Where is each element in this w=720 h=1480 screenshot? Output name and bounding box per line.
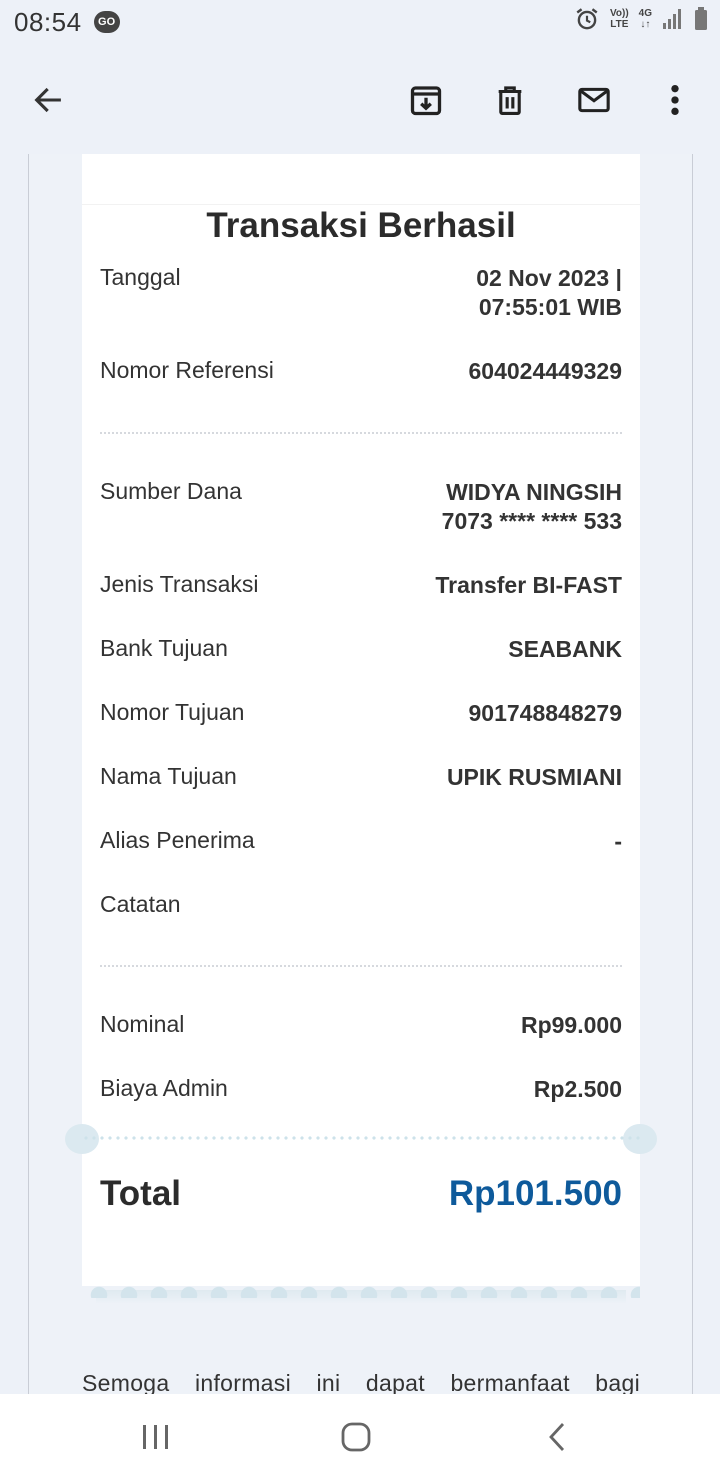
detail-label: Biaya Admin <box>100 1075 228 1101</box>
archive-icon[interactable] <box>398 72 454 128</box>
network-type-indicator: 4G ↓↑ <box>638 8 652 30</box>
alarm-icon <box>576 8 598 30</box>
detail-label: Bank Tujuan <box>100 635 228 661</box>
divider <box>82 204 640 205</box>
app-bar <box>0 44 720 154</box>
detail-value: UPIK RUSMIANI <box>446 764 622 790</box>
status-icons: Vo)) LTE 4G ↓↑ <box>574 6 708 32</box>
volte-indicator: Vo)) LTE <box>609 8 629 30</box>
detail-label: Nomor Referensi <box>100 357 274 383</box>
detail-label: Nomor Tujuan <box>100 699 245 725</box>
detail-label: Tanggal <box>100 264 181 290</box>
app-notification-icon: GO <box>93 11 120 33</box>
detail-value: WIDYA NINGSIH 7073 **** **** 533 <box>441 479 622 534</box>
email-body-text: Semoga informasi ini dapat bermanfaat ba… <box>82 1370 640 1394</box>
detail-value: SEABANK <box>508 636 622 662</box>
back-nav-icon[interactable] <box>528 1414 588 1460</box>
detail-value: Rp99.000 <box>520 1012 622 1038</box>
detail-value: - <box>614 828 622 854</box>
total-amount: Rp101.500 <box>448 1174 622 1213</box>
mail-icon[interactable] <box>566 72 622 128</box>
status-time: 08:54 <box>14 6 82 37</box>
receipt-title: Transaksi Berhasil <box>206 206 516 245</box>
recent-apps-icon[interactable] <box>126 1414 186 1460</box>
transaction-receipt: Transaksi Berhasil Tanggal 02 Nov 2023 |… <box>65 154 657 1286</box>
detail-label: Catatan <box>100 891 181 917</box>
perforation-line <box>82 1136 640 1140</box>
detail-value: Rp2.500 <box>533 1076 622 1102</box>
detail-value: 02 Nov 2023 | 07:55:01 WIB <box>476 265 622 320</box>
detail-value: 604024449329 <box>468 358 623 384</box>
delete-icon[interactable] <box>482 72 538 128</box>
detail-label: Alias Penerima <box>100 827 255 853</box>
back-arrow-icon[interactable] <box>20 72 76 128</box>
battery-icon <box>695 7 707 30</box>
system-nav-bar <box>0 1394 720 1480</box>
detail-label: Sumber Dana <box>100 478 242 504</box>
more-vert-icon[interactable] <box>647 72 703 128</box>
dotted-divider <box>100 432 622 434</box>
home-icon[interactable] <box>326 1414 386 1460</box>
total-label: Total <box>100 1174 182 1213</box>
signal-icon <box>663 9 681 29</box>
receipt-scalloped-edge <box>82 1280 640 1298</box>
dotted-divider <box>100 965 622 967</box>
detail-label: Nama Tujuan <box>100 763 237 789</box>
detail-label: Jenis Transaksi <box>100 571 259 597</box>
detail-value: 901748848279 <box>468 700 623 726</box>
detail-value: Transfer BI-FAST <box>435 572 622 598</box>
status-bar: 08:54 GO Vo)) LTE 4G ↓↑ <box>0 0 720 44</box>
email-content[interactable]: Transaksi Berhasil Tanggal 02 Nov 2023 |… <box>0 154 720 1394</box>
detail-label: Nominal <box>100 1011 185 1037</box>
